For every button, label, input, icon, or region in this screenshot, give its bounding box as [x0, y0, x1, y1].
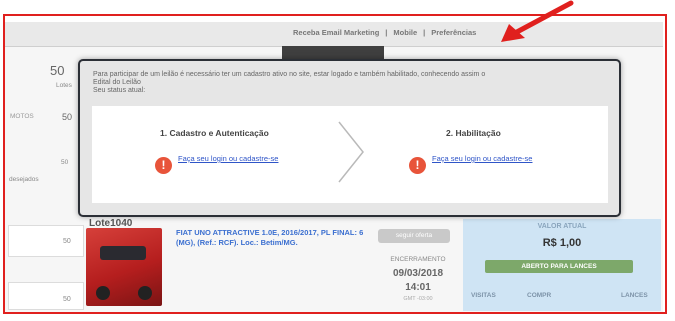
follow-offer-button[interactable]: seguir oferta — [378, 229, 450, 243]
step2-login-link[interactable]: Faça seu login ou cadastre-se — [432, 154, 532, 163]
car-wheel — [96, 286, 110, 300]
category-label[interactable]: MOTOS — [10, 113, 34, 120]
value-panel: VALOR ATUAL R$ 1,00 ABERTO PARA LANCES V… — [463, 219, 661, 311]
warning-icon: ! — [155, 157, 172, 174]
closing-date: 09/03/2018 — [392, 268, 444, 279]
intro-line: Para participar de um leilão é necessári… — [93, 71, 486, 78]
preferences-link[interactable]: Preferências — [431, 28, 476, 37]
edital-link[interactable]: Edital do Leilão — [93, 79, 607, 87]
step2-title: 2. Habilitação — [446, 128, 501, 138]
top-links: Receba Email Marketing | Mobile | Preferênci… — [290, 28, 479, 37]
category-count: 50 — [62, 112, 73, 122]
annotation-arrow-icon — [501, 0, 574, 42]
lot-description-link[interactable]: FIAT UNO ATTRACTIVE 1.0E, 2016/2017, PL … — [176, 228, 364, 248]
warning-icon: ! — [409, 157, 426, 174]
desejados-label[interactable]: desejados — [9, 176, 39, 183]
comp-header: COMPR — [527, 292, 552, 299]
separator: | — [423, 28, 426, 37]
bids-header: LANCES — [621, 292, 648, 299]
lotes-count: 50 — [50, 63, 65, 78]
car-window — [100, 246, 146, 260]
steps-panel: 1. Cadastro e Autenticação ! Faça seu lo… — [92, 106, 608, 203]
chevron-right-icon — [338, 121, 364, 183]
mobile-link[interactable]: Mobile — [393, 28, 417, 37]
email-marketing-link[interactable]: Receba Email Marketing — [293, 28, 379, 37]
sidebar-box: 50 — [8, 225, 84, 257]
visits-header: VISITAS — [471, 292, 496, 299]
step1-login-link[interactable]: Faça seu login ou cadastre-se — [178, 154, 278, 163]
box-count: 50 — [63, 238, 71, 245]
car-wheel — [138, 286, 152, 300]
current-value: R$ 1,00 — [542, 237, 582, 249]
closing-label: ENCERRAMENTO — [390, 256, 446, 263]
participation-modal: Para participar de um leilão é necessári… — [78, 59, 621, 217]
sidebar-box: 50 — [8, 282, 84, 310]
status-line: Seu status atual: — [93, 87, 146, 94]
box-count: 50 — [63, 296, 71, 303]
desejados-count: 50 — [61, 159, 69, 166]
closing-time: 14:01 — [405, 282, 431, 293]
current-value-label: VALOR ATUAL — [537, 223, 587, 230]
separator: | — [385, 28, 388, 37]
step1-title: 1. Cadastro e Autenticação — [160, 128, 269, 138]
lotes-label: Lotes — [56, 82, 72, 89]
modal-intro: Para participar de um leilão é necessári… — [93, 71, 607, 95]
lot-photo[interactable] — [86, 228, 162, 306]
closing-timezone: GMT -03:00 — [403, 296, 433, 302]
open-for-bids-button[interactable]: ABERTO PARA LANCES — [485, 260, 633, 273]
